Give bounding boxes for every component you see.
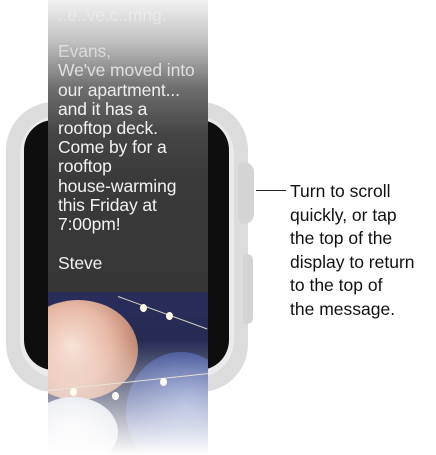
message-text[interactable]: ..e..ve.c..mng. Evans, We've moved into … <box>58 5 206 274</box>
caption-line: quickly, or tap <box>290 204 397 225</box>
callout-caption: Turn to scroll quickly, or tap the top o… <box>290 180 436 322</box>
message-line: house-warming <box>58 175 177 196</box>
message-signature: Steve <box>58 253 103 274</box>
caption-line: display to return <box>290 251 415 272</box>
message-line: rooftop <box>58 156 112 177</box>
caption-line: to the top of <box>290 275 383 296</box>
message-line: rooftop deck. <box>58 118 158 139</box>
digital-crown[interactable] <box>238 162 254 224</box>
message-line: and it has a <box>58 98 148 119</box>
light-bulb <box>166 312 173 320</box>
message-line: Come by for a <box>58 137 167 158</box>
message-line: this Friday at <box>58 194 157 215</box>
light-bulb <box>140 304 147 312</box>
caption-line: the top of the <box>290 228 393 249</box>
message-line: our apartment... <box>58 79 180 100</box>
string-lights <box>117 296 208 330</box>
message-greeting: Evans, <box>58 41 111 62</box>
message-line: We've moved into <box>58 60 195 81</box>
side-button[interactable] <box>243 254 253 324</box>
message-header: ..e..ve.c..mng. <box>58 5 167 25</box>
callout-leader-line <box>256 190 286 191</box>
message-line: 7:00pm! <box>58 214 121 235</box>
scrolling-message-strip[interactable]: ..e..ve.c..mng. Evans, We've moved into … <box>48 0 208 455</box>
bottom-fade <box>48 340 208 455</box>
caption-line: Turn to scroll <box>290 181 391 201</box>
caption-line: the message. <box>290 298 396 319</box>
